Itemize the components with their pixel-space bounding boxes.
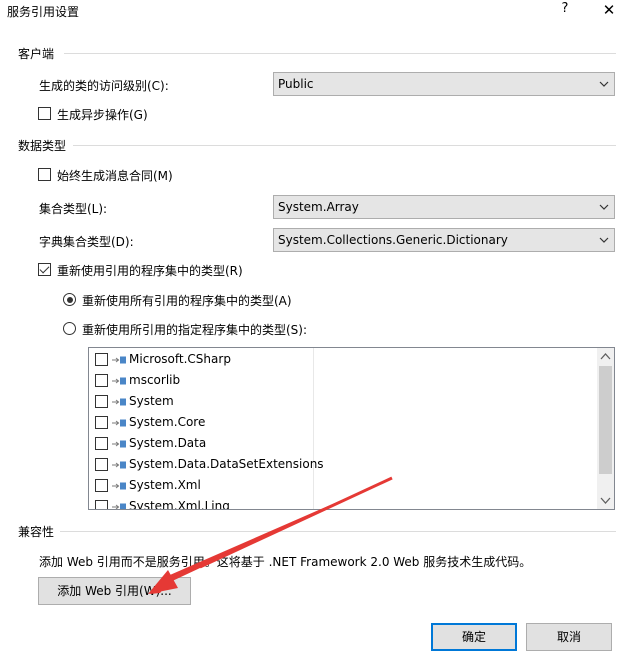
reuse-all-radio[interactable] [63, 293, 76, 306]
assembly-list-item[interactable]: System.Xml [89, 475, 597, 496]
assembly-icon [112, 461, 126, 469]
dictionary-type-label: 字典集合类型(D): [39, 235, 134, 249]
group-title-datatype: 数据类型 [18, 137, 71, 154]
collection-type-dropdown[interactable]: System.Array [273, 195, 615, 219]
access-level-label: 生成的类的访问级别(C): [39, 79, 169, 93]
ok-button[interactable]: 确定 [431, 623, 517, 651]
assembly-list-item[interactable]: Microsoft.CSharp [89, 349, 597, 370]
group-divider-datatype [73, 145, 616, 146]
dictionary-type-value: System.Collections.Generic.Dictionary [278, 233, 508, 247]
assembly-list-item[interactable]: mscorlib [89, 370, 597, 391]
access-level-dropdown[interactable]: Public [273, 72, 615, 96]
group-title-compat: 兼容性 [18, 523, 59, 540]
chevron-down-icon [599, 237, 609, 243]
assembly-list-item[interactable]: System.Data.DataSetExtensions [89, 454, 597, 475]
async-checkbox[interactable] [38, 107, 51, 120]
help-icon[interactable]: ? [556, 1, 574, 21]
assembly-name: System.Xml.Linq [129, 499, 230, 510]
group-divider-compat [60, 531, 616, 532]
assembly-name: Microsoft.CSharp [129, 352, 231, 366]
scroll-up-icon[interactable] [597, 348, 614, 365]
reuse-all-label: 重新使用所有引用的程序集中的类型(A) [82, 294, 292, 308]
add-web-reference-button[interactable]: 添加 Web 引用(W)... [38, 577, 191, 605]
collection-type-value: System.Array [278, 200, 359, 214]
group-divider-client [64, 53, 616, 54]
window-title: 服务引用设置 [7, 5, 80, 19]
cancel-button[interactable]: 取消 [526, 623, 612, 651]
assembly-name: System.Data.DataSetExtensions [129, 457, 324, 471]
collection-type-label: 集合类型(L): [39, 202, 108, 216]
always-generate-label: 始终生成消息合同(M) [57, 169, 173, 183]
reuse-specified-radio[interactable] [63, 322, 76, 335]
compat-description: 添加 Web 引用而不是服务引用。这将基于 .NET Framework 2.0… [39, 555, 532, 569]
assembly-name: System.Data [129, 436, 207, 450]
chevron-down-icon [599, 204, 609, 210]
assembly-list-item[interactable]: System.Core [89, 412, 597, 433]
assembly-icon [112, 377, 126, 385]
reuse-types-checkbox[interactable] [38, 263, 51, 276]
assembly-name: System.Xml [129, 478, 201, 492]
assembly-checkbox[interactable] [95, 479, 108, 492]
assembly-checkbox[interactable] [95, 416, 108, 429]
assembly-icon [112, 440, 126, 448]
assembly-checkbox[interactable] [95, 374, 108, 387]
reuse-specified-label: 重新使用所引用的指定程序集中的类型(S): [82, 323, 308, 337]
scroll-down-icon[interactable] [597, 492, 614, 509]
list-scrollbar[interactable] [597, 348, 614, 509]
dictionary-type-dropdown[interactable]: System.Collections.Generic.Dictionary [273, 228, 615, 252]
async-label: 生成异步操作(G) [57, 108, 148, 122]
assembly-checkbox[interactable] [95, 437, 108, 450]
assembly-icon [112, 503, 126, 509]
assembly-icon [112, 356, 126, 364]
assembly-icon [112, 419, 126, 427]
reuse-types-label: 重新使用引用的程序集中的类型(R) [57, 264, 243, 278]
always-generate-checkbox[interactable] [38, 168, 51, 181]
assembly-checkbox[interactable] [95, 458, 108, 471]
assembly-list-item[interactable]: System.Data [89, 433, 597, 454]
assembly-list[interactable]: Microsoft.CSharp mscorlib System System.Cor… [88, 347, 615, 510]
assembly-icon [112, 482, 126, 490]
assembly-checkbox[interactable] [95, 353, 108, 366]
assembly-list-item[interactable]: System [89, 391, 597, 412]
assembly-icon [112, 398, 126, 406]
assembly-checkbox[interactable] [95, 500, 108, 509]
assembly-name: System.Core [129, 415, 206, 429]
scroll-thumb[interactable] [599, 366, 612, 474]
assembly-name: System [129, 394, 174, 408]
assembly-name: mscorlib [129, 373, 181, 387]
close-icon[interactable]: ✕ [596, 1, 622, 23]
chevron-down-icon [599, 81, 609, 87]
group-title-client: 客户端 [18, 45, 59, 62]
assembly-list-item[interactable]: System.Xml.Linq [89, 496, 597, 510]
access-level-value: Public [278, 77, 314, 91]
assembly-checkbox[interactable] [95, 395, 108, 408]
